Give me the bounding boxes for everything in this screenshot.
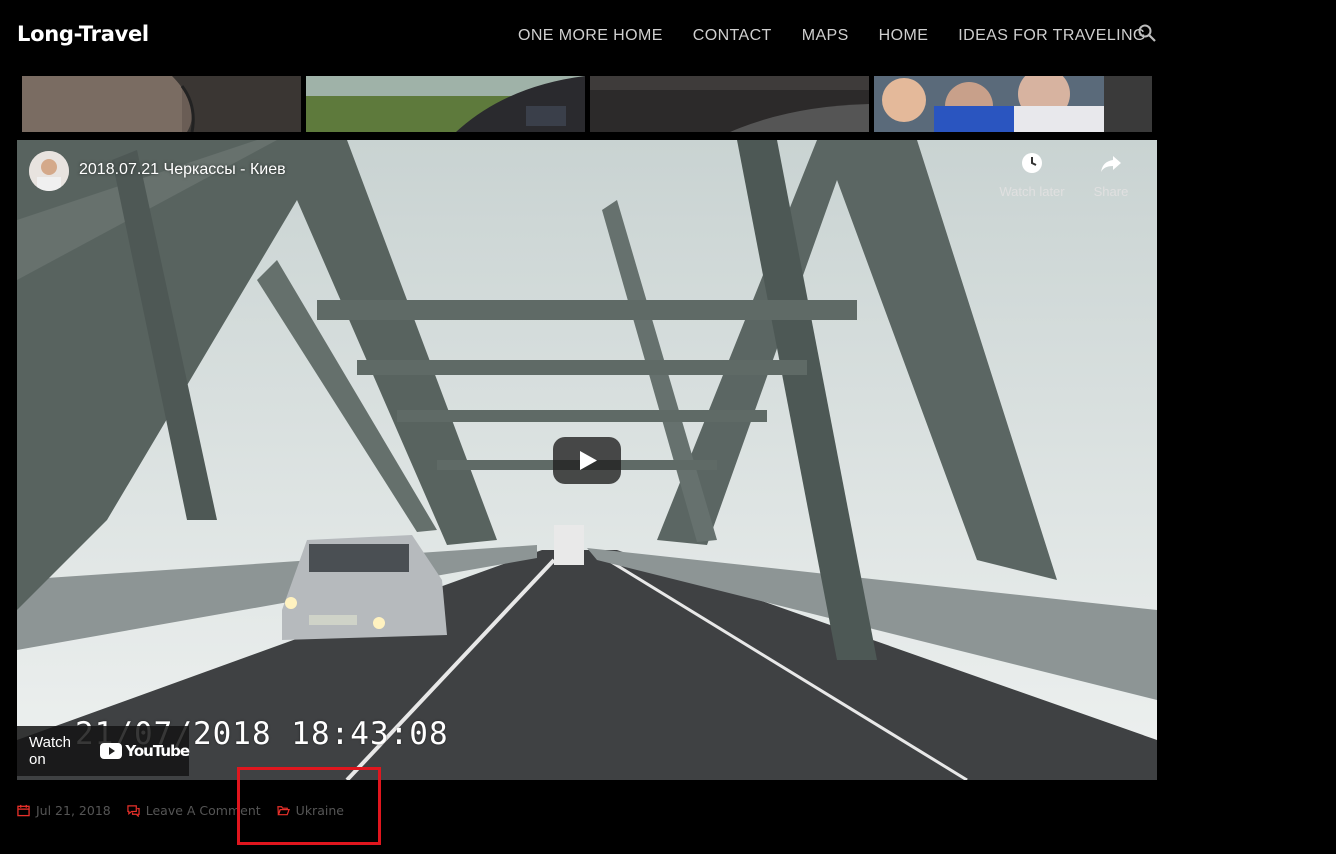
gallery-thumb[interactable] [874,76,1152,132]
comments-icon [127,805,140,817]
nav-item-one-more-home[interactable]: ONE MORE HOME [518,27,663,45]
post-date[interactable]: Jul 21, 2018 [17,803,111,818]
gallery-thumb[interactable] [306,76,585,132]
share-label: Share [1093,184,1129,199]
share-button[interactable]: Share [1071,151,1151,199]
youtube-play-icon [100,743,123,759]
main-nav: ONE MORE HOME CONTACT MAPS HOME IDEAS FO… [518,27,1146,45]
calendar-icon [17,804,30,817]
watch-on-youtube-button[interactable]: Watch on YouTube [17,726,190,776]
gallery-thumb[interactable] [590,76,869,132]
nav-item-home[interactable]: HOME [879,27,929,45]
nav-item-contact[interactable]: CONTACT [693,27,772,45]
search-icon[interactable] [1137,23,1157,43]
site-logo[interactable]: Long-Travel [17,22,149,46]
post-date-label: Jul 21, 2018 [36,803,111,818]
youtube-logo: YouTube [100,742,190,760]
nav-item-maps[interactable]: MAPS [802,27,849,45]
video-title[interactable]: 2018.07.21 Черкассы - Киев [79,161,286,179]
nav-item-ideas-for-traveling[interactable]: IDEAS FOR TRAVELING [958,27,1146,45]
watch-later-label: Watch later [999,184,1065,199]
highlight-annotation-box [237,767,381,845]
clock-icon [1022,153,1042,173]
gallery-thumb[interactable] [22,76,301,132]
play-button[interactable] [553,437,621,484]
share-icon [1101,156,1121,172]
youtube-wordmark: YouTube [125,742,190,760]
channel-avatar[interactable] [29,151,69,191]
site-header: Long-Travel ONE MORE HOME CONTACT MAPS H… [0,0,1160,74]
watch-on-label: Watch on [29,734,71,768]
gallery-strip [22,76,1152,132]
watch-later-button[interactable]: Watch later [992,151,1072,199]
